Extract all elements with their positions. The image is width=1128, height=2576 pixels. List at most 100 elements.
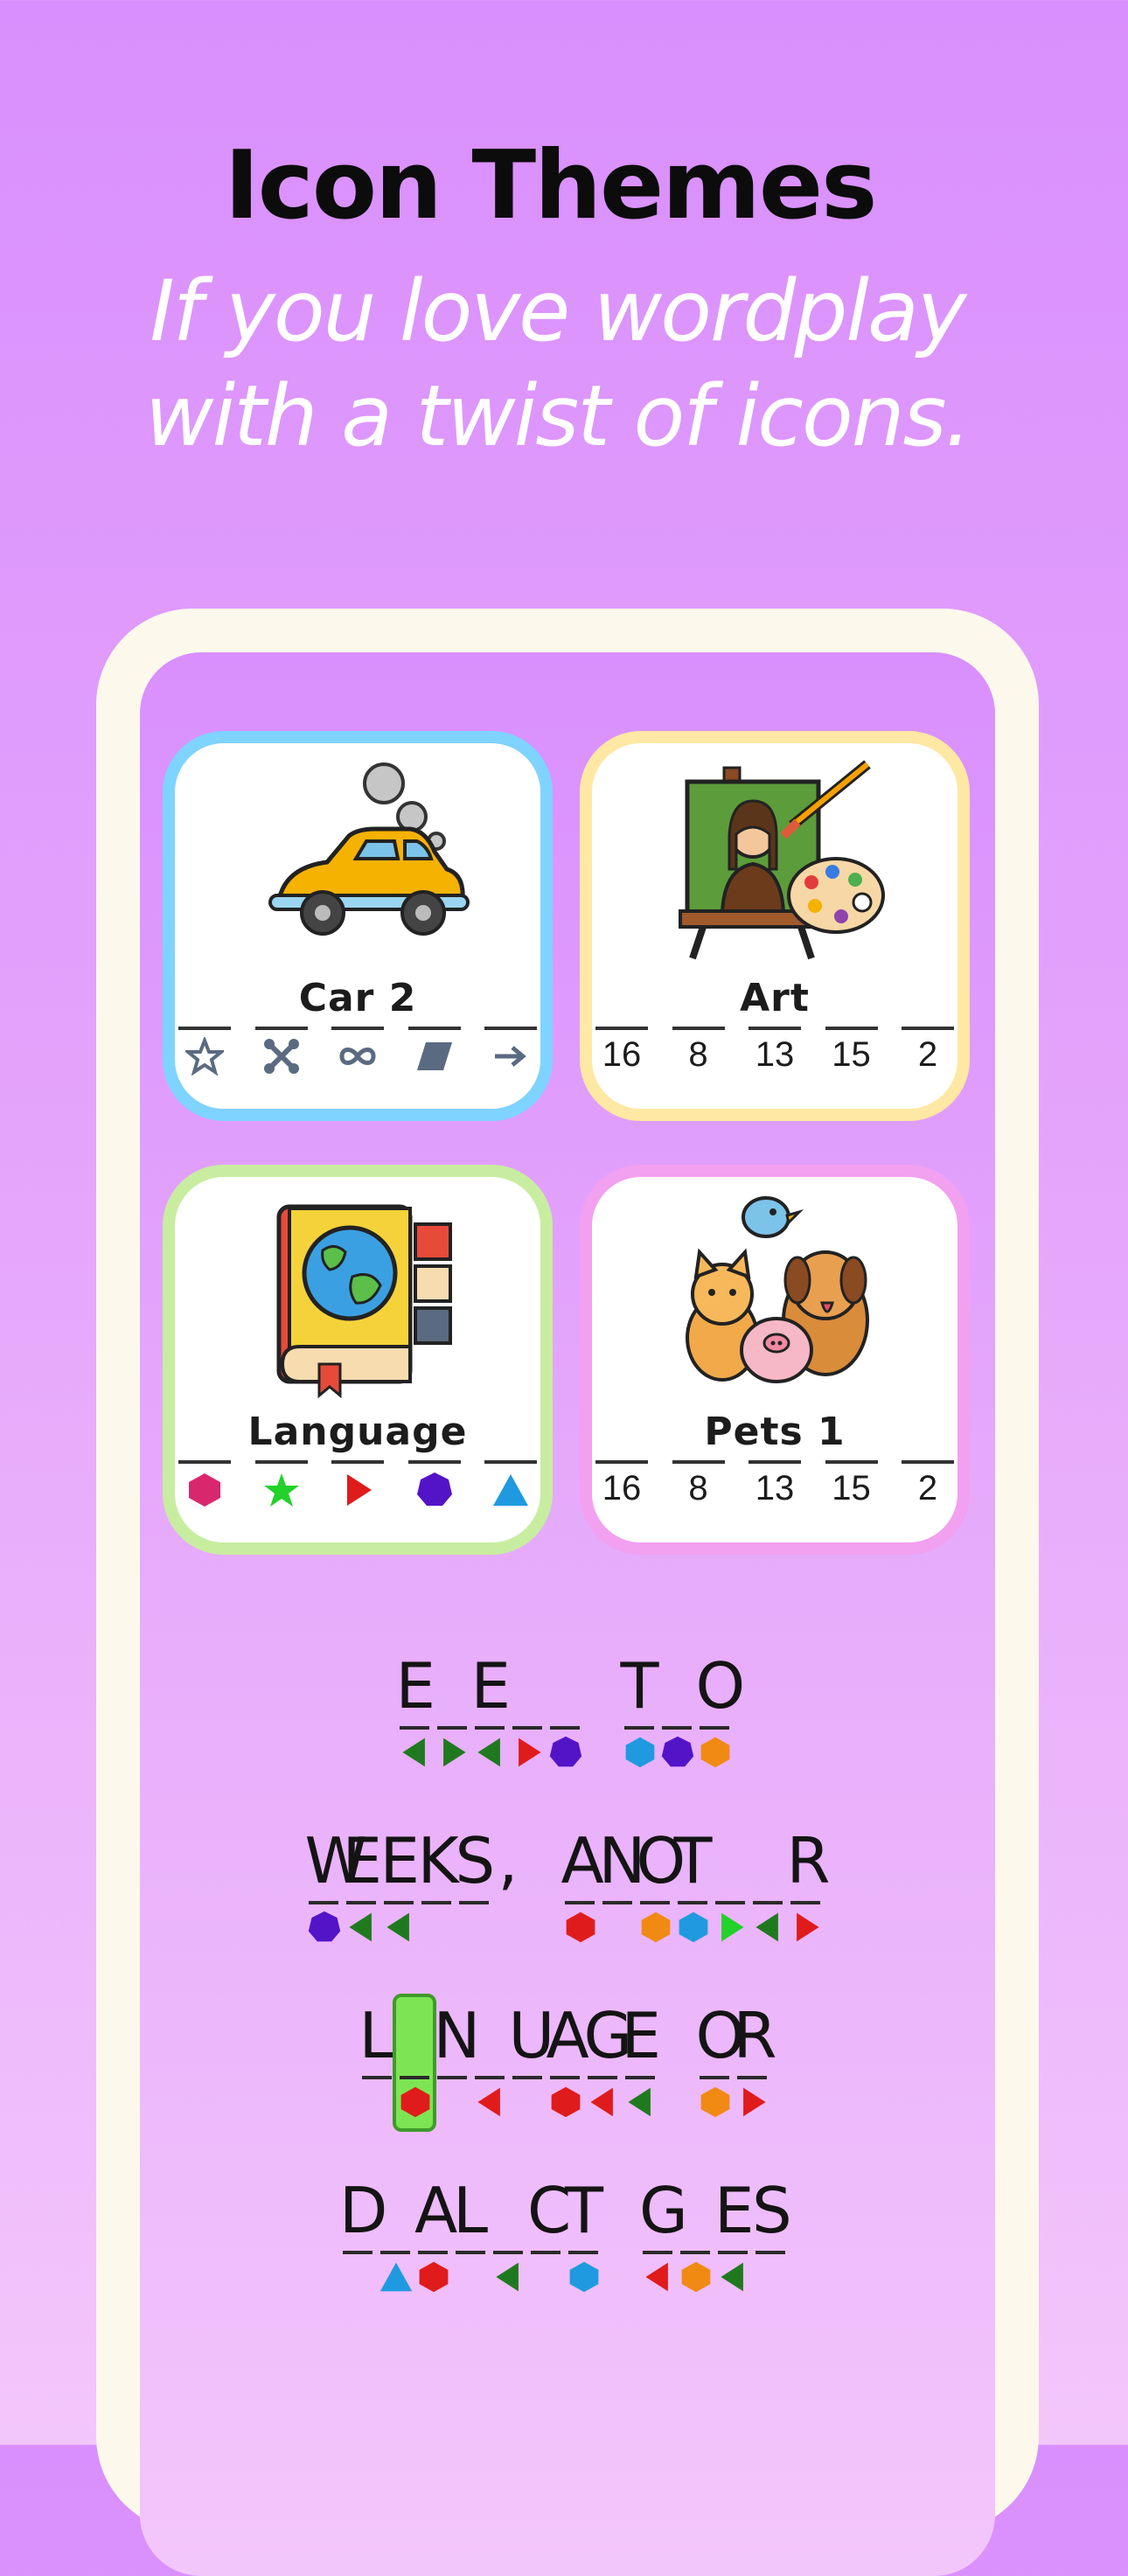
letter-cell[interactable]: [377, 2174, 414, 2322]
letter-cell[interactable]: [749, 1824, 786, 1973]
puzzle-row-1: E E T O: [0, 1649, 1128, 1798]
letter-cell[interactable]: E: [343, 1824, 382, 1973]
slot: 15: [825, 1021, 878, 1091]
card-slots: 16 8 13 15 2: [592, 1455, 957, 1525]
letter-cell[interactable]: R: [734, 1999, 777, 2148]
letter-cell[interactable]: [547, 1649, 583, 1798]
hexagon-blue-icon: [569, 2261, 599, 2293]
letter-cell[interactable]: L: [359, 1999, 395, 2148]
letter-cell[interactable]: [434, 1649, 470, 1798]
slot-value: 13: [755, 1469, 795, 1507]
hexagon-red-icon: [400, 2086, 429, 2118]
triangle-left-red-icon: [645, 2262, 668, 2292]
letter-cell[interactable]: N: [434, 1999, 480, 2148]
slot: 16: [595, 1455, 648, 1525]
heptagon-purple-icon: [549, 1736, 581, 1767]
letter-cell[interactable]: E: [380, 1824, 420, 1973]
slot-value: 8: [688, 1469, 708, 1507]
triangle-blue-icon: [379, 2262, 413, 2292]
triangle-red-icon: [518, 1737, 541, 1767]
letter-cell[interactable]: C: [527, 2174, 571, 2322]
slot: [254, 1455, 308, 1525]
letter-cell[interactable]: [712, 1824, 749, 1973]
triangle-left-red-icon: [477, 2087, 500, 2117]
letter-cell[interactable]: U: [509, 1999, 554, 2148]
letter-cell[interactable]: A: [414, 2174, 457, 2322]
slot-value: 15: [832, 1035, 871, 1074]
slot-value: 13: [755, 1035, 795, 1074]
letter-cell[interactable]: G: [639, 2174, 688, 2322]
letter-cell[interactable]: S: [456, 1824, 495, 1973]
letter-cell[interactable]: K: [418, 1824, 459, 1973]
letter-cell[interactable]: T: [674, 1824, 712, 1973]
letter-cell[interactable]: O: [637, 1824, 686, 1973]
tagline-line-1: If you love wordplay: [150, 262, 966, 360]
letter-cell[interactable]: T: [565, 2174, 603, 2322]
letter-cell[interactable]: E: [714, 2174, 755, 2322]
triangle-left-darkgreen-icon: [496, 2262, 519, 2292]
triangle-red-icon: [347, 1474, 372, 1506]
slot: [484, 1021, 537, 1091]
theme-card-art[interactable]: Art 16 8 13 15 2: [580, 731, 970, 1121]
letter-cell[interactable]: A: [547, 1999, 589, 2148]
card-slots: 16 8 13 15 2: [592, 1021, 957, 1091]
puzzle-row-2: W E E K S , A N O T R: [0, 1824, 1128, 1973]
letter-cell[interactable]: E: [471, 1649, 511, 1798]
slot: 13: [749, 1021, 801, 1091]
letter-cell[interactable]: E: [396, 1649, 435, 1798]
letter-cell[interactable]: E: [622, 1999, 661, 2148]
letter-cell[interactable]: O: [696, 1999, 745, 2148]
triangle-right-darkgreen-icon: [442, 1737, 466, 1767]
letter-cell[interactable]: O: [696, 1649, 745, 1798]
heptagon-purple-icon: [416, 1472, 452, 1506]
letter-cell[interactable]: N: [599, 1824, 645, 1973]
letter-cell[interactable]: [471, 1999, 508, 2148]
slot: [484, 1455, 537, 1525]
pets-group-icon: [686, 1196, 869, 1383]
triangle-red-icon: [742, 2087, 766, 2117]
letter-cell[interactable]: [677, 2174, 714, 2322]
triangle-left-darkgreen-icon: [627, 2087, 651, 2117]
slot-value: 2: [917, 1035, 938, 1074]
slot: [178, 1455, 231, 1525]
theme-card-language[interactable]: Language: [163, 1165, 553, 1555]
letter-cell[interactable]: D: [339, 2174, 387, 2322]
slot: 2: [902, 1455, 954, 1525]
letter-cell[interactable]: G: [584, 1999, 632, 2148]
infinity-icon: [339, 1048, 376, 1065]
card-title: Car 2: [298, 976, 417, 1020]
triangle-red-icon: [796, 1912, 819, 1942]
slot: [331, 1021, 384, 1091]
letter-cell[interactable]: S: [752, 2174, 792, 2322]
parallelogram-icon: [416, 1042, 452, 1070]
slot: 8: [672, 1021, 725, 1091]
hexagon-red-icon: [551, 2086, 580, 2118]
slot-value: 16: [602, 1035, 642, 1074]
letter-cell[interactable]: A: [561, 1824, 604, 1973]
slot: 8: [672, 1455, 725, 1525]
hexagon-orange-icon: [681, 2261, 711, 2293]
letter-cell[interactable]: T: [621, 1649, 658, 1798]
slot: [254, 1021, 308, 1091]
hexagon-blue-icon: [625, 1737, 654, 1768]
letter-cell[interactable]: R: [787, 1824, 831, 1973]
slot-value: 16: [602, 1469, 642, 1507]
theme-card-pets[interactable]: Pets 1 16 8 13 15 2: [580, 1165, 970, 1555]
slot: 15: [825, 1455, 878, 1525]
slot-value: 15: [832, 1469, 871, 1507]
triangle-left-darkgreen-icon: [401, 1737, 425, 1767]
letter-cell[interactable]: [658, 1649, 695, 1798]
puzzle-row-3: L N U A G E O R: [0, 1994, 1128, 2148]
car-icon: [268, 762, 470, 936]
theme-card-car[interactable]: Car 2: [163, 731, 553, 1121]
letter-cell-selected[interactable]: [392, 1994, 436, 2148]
slot-value: 2: [917, 1469, 938, 1507]
slot-value: 8: [688, 1035, 708, 1074]
letter-cell[interactable]: [490, 2174, 526, 2322]
letter-cell[interactable]: L: [452, 2174, 489, 2322]
letter-cell[interactable]: [509, 1649, 546, 1798]
card-slots: [175, 1455, 540, 1525]
card-title: Art: [740, 976, 810, 1020]
hexagon-red-icon: [419, 2261, 449, 2293]
letter-cell[interactable]: W: [305, 1824, 367, 1973]
